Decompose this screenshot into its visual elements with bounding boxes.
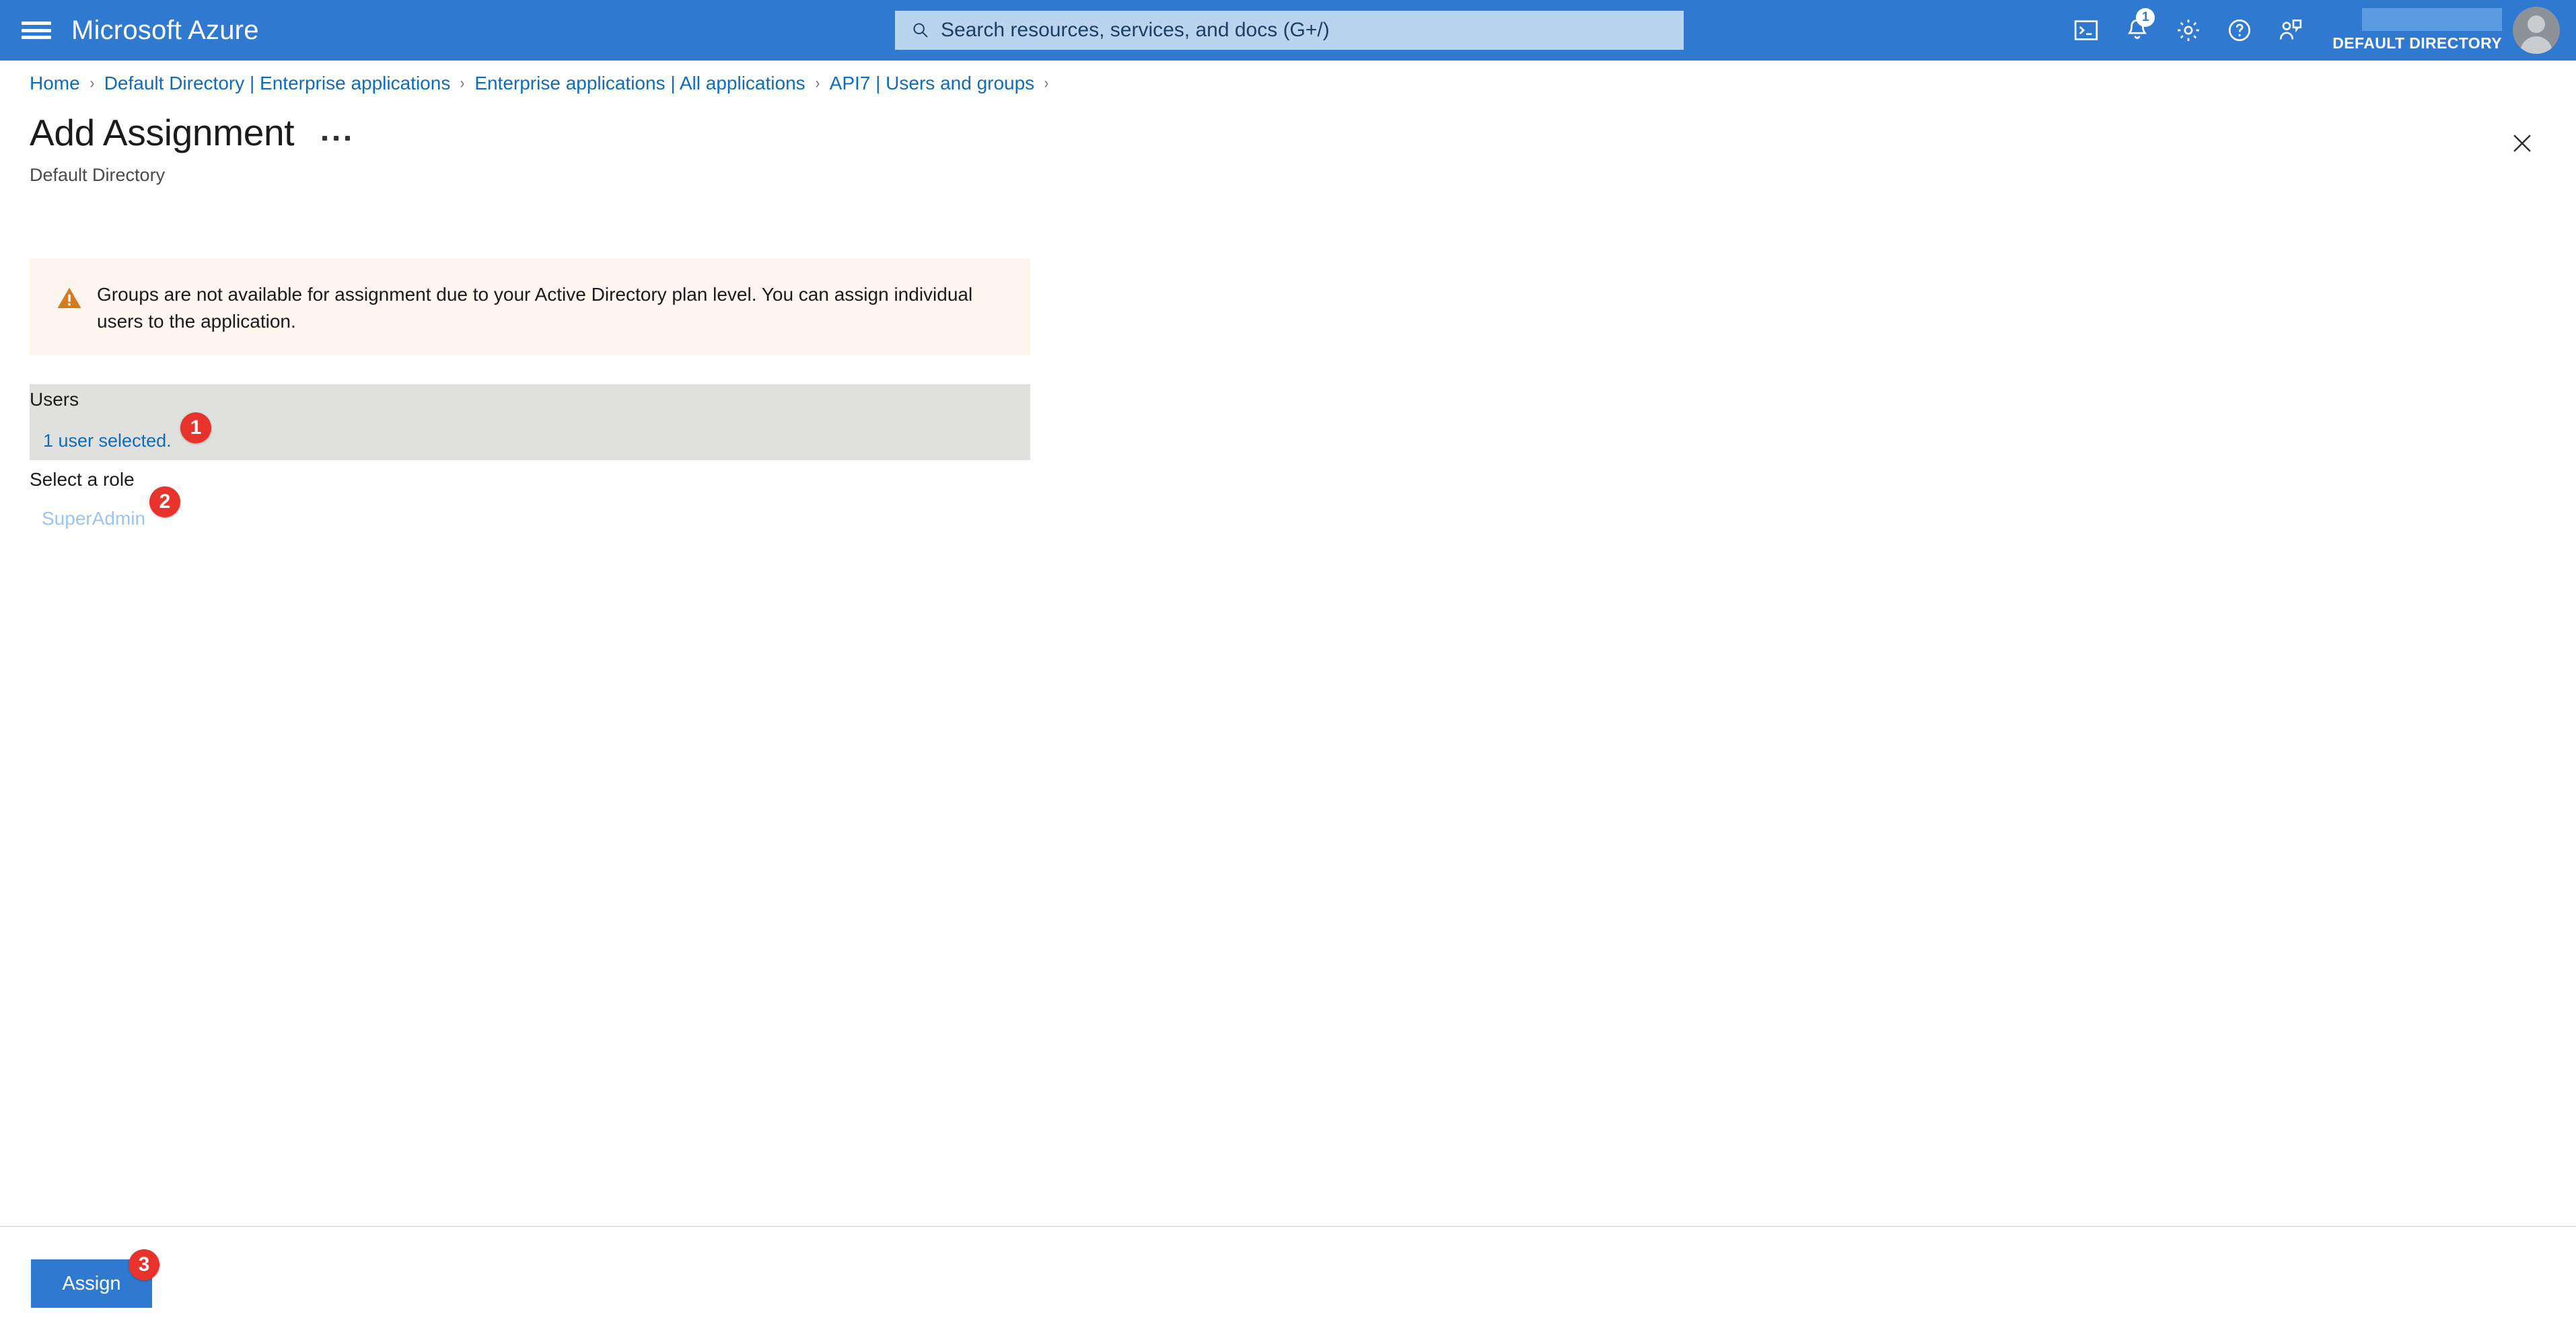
breadcrumb-item-home[interactable]: Home bbox=[30, 73, 80, 94]
search-input[interactable]: Search resources, services, and docs (G+… bbox=[895, 11, 1684, 50]
warning-message: Groups are not available for assignment … bbox=[97, 284, 973, 332]
header-actions: 1 DEFAULT DIRECTORY bbox=[2061, 0, 2576, 61]
search-icon bbox=[911, 21, 930, 40]
breadcrumb-separator-icon: › bbox=[460, 74, 465, 92]
page-title-row: Add Assignment bbox=[30, 111, 351, 154]
breadcrumb-separator-icon: › bbox=[1044, 74, 1049, 92]
ellipsis-dot bbox=[345, 135, 351, 141]
select-a-role-label: Select a role bbox=[30, 469, 135, 490]
hamburger-icon[interactable] bbox=[22, 19, 52, 42]
account-name-redacted bbox=[2362, 8, 2502, 31]
warning-banner: Groups are not available for assignment … bbox=[30, 258, 1030, 355]
warning-triangle-icon bbox=[55, 284, 83, 312]
role-value[interactable]: SuperAdmin bbox=[42, 508, 145, 529]
notification-badge: 1 bbox=[2136, 8, 2155, 27]
gear-icon[interactable] bbox=[2163, 0, 2214, 61]
breadcrumb-item-all-applications[interactable]: Enterprise applications | All applicatio… bbox=[474, 73, 805, 94]
users-field-box[interactable] bbox=[30, 384, 1030, 460]
bottom-bar-divider bbox=[0, 1226, 2576, 1227]
hamburger-bar bbox=[22, 28, 51, 32]
breadcrumb-item-users-and-groups[interactable]: API7 | Users and groups bbox=[830, 73, 1035, 94]
help-icon[interactable] bbox=[2214, 0, 2265, 61]
step-badge-2: 2 bbox=[149, 486, 180, 517]
cloud-shell-icon[interactable] bbox=[2061, 0, 2112, 61]
close-icon[interactable] bbox=[2503, 124, 2541, 162]
ellipsis-dot bbox=[334, 135, 339, 141]
page-title: Add Assignment bbox=[30, 112, 295, 153]
breadcrumb-separator-icon: › bbox=[90, 74, 94, 92]
hamburger-bar bbox=[22, 22, 51, 25]
feedback-icon[interactable] bbox=[2265, 0, 2316, 61]
hamburger-bar bbox=[22, 36, 51, 39]
breadcrumb: Home › Default Directory | Enterprise ap… bbox=[30, 73, 1059, 94]
global-search[interactable]: Search resources, services, and docs (G+… bbox=[895, 11, 1684, 50]
users-selected-link[interactable]: 1 user selected. bbox=[43, 431, 172, 451]
breadcrumb-item-default-directory[interactable]: Default Directory | Enterprise applicati… bbox=[104, 73, 451, 94]
users-label: Users bbox=[30, 389, 79, 410]
step-badge-1: 1 bbox=[180, 412, 211, 443]
page-subtitle: Default Directory bbox=[30, 165, 166, 185]
brand-title[interactable]: Microsoft Azure bbox=[71, 15, 259, 46]
account-directory: DEFAULT DIRECTORY bbox=[2332, 34, 2502, 52]
search-placeholder: Search resources, services, and docs (G+… bbox=[941, 19, 1330, 41]
avatar[interactable] bbox=[2513, 7, 2560, 54]
ellipsis-dot bbox=[322, 135, 328, 141]
step-badge-3: 3 bbox=[129, 1249, 159, 1280]
account-info[interactable]: DEFAULT DIRECTORY bbox=[2332, 0, 2502, 61]
breadcrumb-separator-icon: › bbox=[815, 74, 820, 92]
notifications-icon[interactable]: 1 bbox=[2112, 0, 2163, 61]
azure-top-header: Microsoft Azure Search resources, servic… bbox=[0, 0, 2576, 61]
more-options-icon[interactable] bbox=[322, 135, 351, 141]
